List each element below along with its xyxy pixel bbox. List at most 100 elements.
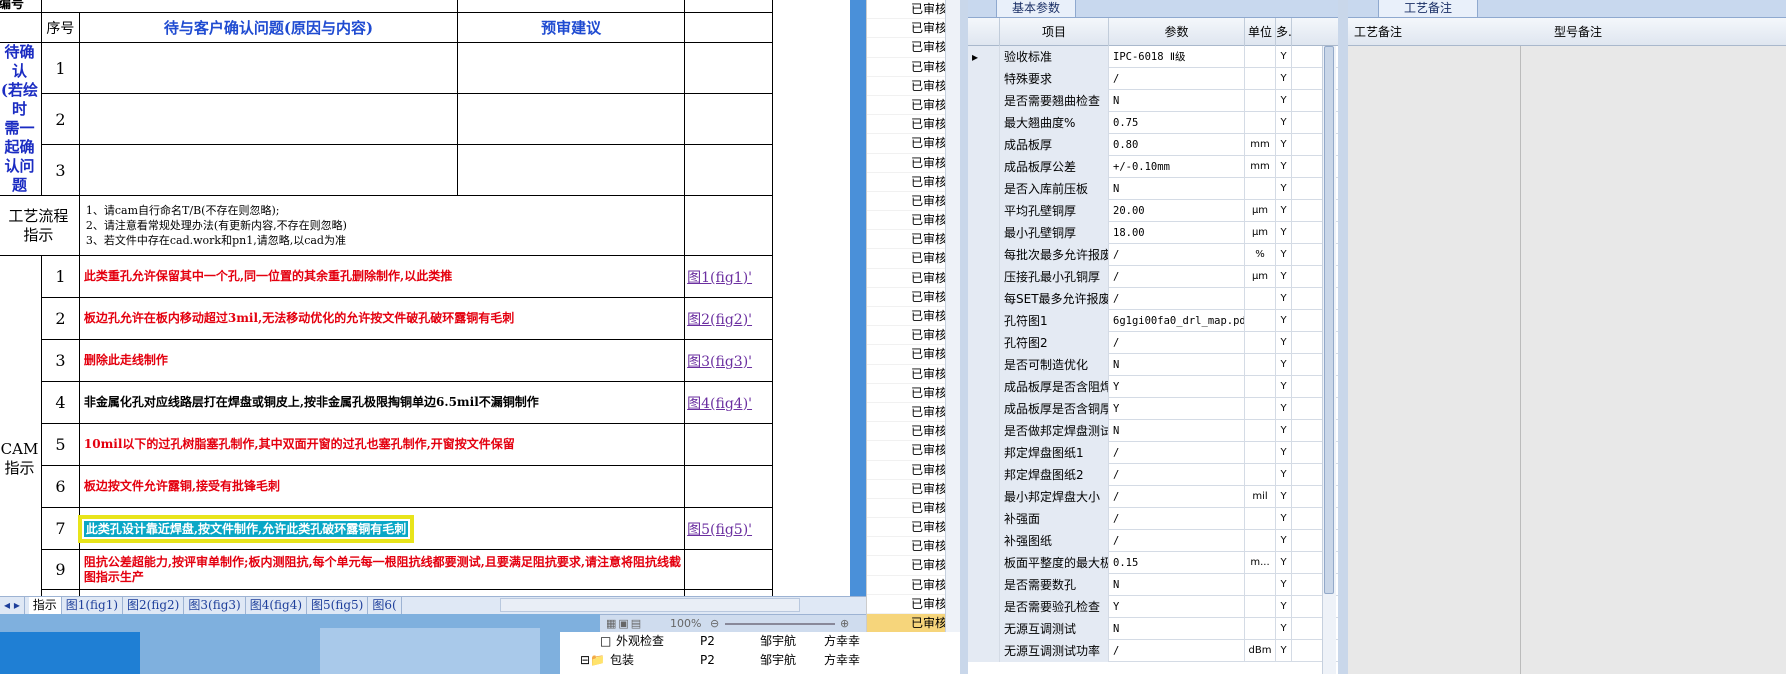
tree-row[interactable]: ⊟📁 包装 P2 邹宇航 方幸幸 xyxy=(560,651,960,670)
param-flag[interactable]: Y xyxy=(1276,618,1292,640)
param-flag[interactable]: Y xyxy=(1276,530,1292,552)
param-row[interactable]: 每批次最多允许报废SET / % Y xyxy=(968,244,1338,266)
param-flag[interactable]: Y xyxy=(1276,442,1292,464)
param-flag[interactable]: Y xyxy=(1276,178,1292,200)
param-row[interactable]: 特殊要求 / Y xyxy=(968,68,1338,90)
row-selector[interactable]: ▸ xyxy=(968,46,1000,68)
param-row[interactable]: 最小孔壁铜厚 18.00 μm Y xyxy=(968,222,1338,244)
sheet-tab[interactable]: 图3(fig3) xyxy=(184,597,246,614)
seq-cell[interactable]: 1 xyxy=(40,255,80,298)
param-row[interactable]: 是否需要数孔 N Y xyxy=(968,574,1338,596)
param-value[interactable]: / xyxy=(1109,640,1245,662)
param-row[interactable]: 是否入库前压板 N Y xyxy=(968,178,1338,200)
param-value[interactable]: / xyxy=(1109,508,1245,530)
cell[interactable] xyxy=(684,195,773,256)
param-flag[interactable]: Y xyxy=(1276,354,1292,376)
param-row[interactable]: 补强面 / Y xyxy=(968,508,1338,530)
figure-link[interactable]: 图4(fig4)' xyxy=(684,381,773,424)
param-flag[interactable]: Y xyxy=(1276,376,1292,398)
param-flag[interactable]: Y xyxy=(1276,112,1292,134)
param-row[interactable]: 是否做邦定焊盘测试 N Y xyxy=(968,420,1338,442)
figure-link[interactable]: 图2(fig2)' xyxy=(684,297,773,340)
param-row[interactable]: 最大翘曲度% 0.75 Y xyxy=(968,112,1338,134)
col-value-header[interactable]: 参数 xyxy=(1109,18,1245,46)
row-selector[interactable] xyxy=(968,134,1000,156)
row-selector[interactable] xyxy=(968,200,1000,222)
sheet-tab[interactable]: 图5(fig5) xyxy=(307,597,369,614)
cell[interactable] xyxy=(684,0,773,13)
param-flag[interactable]: Y xyxy=(1276,90,1292,112)
param-row[interactable]: 成品板厚是否含阻焊 Y Y xyxy=(968,376,1338,398)
tab-nav-arrows[interactable]: ◂ ▸ xyxy=(0,597,25,614)
param-row[interactable]: 成品板厚公差 +/-0.10mm mm Y xyxy=(968,156,1338,178)
row-selector[interactable] xyxy=(968,244,1000,266)
cell[interactable] xyxy=(457,42,686,94)
param-value[interactable]: 0.15 xyxy=(1109,552,1245,574)
param-value[interactable]: Y xyxy=(1109,596,1245,618)
param-value[interactable]: +/-0.10mm xyxy=(1109,156,1245,178)
flow-text-cell[interactable]: 1、请cam自行命名T/B(不存在则忽略); 2、请注意看常规处理办法(有更新内… xyxy=(78,195,686,256)
param-value[interactable]: N xyxy=(1109,574,1245,596)
cam-text-cell[interactable]: 非金属化孔对应线路层打在焊盘或铜皮上,按非金属孔极限掏铜单边6.5mil不漏铜制… xyxy=(78,381,686,424)
cell[interactable] xyxy=(457,0,686,13)
param-row[interactable]: 最小邦定焊盘大小 / mil Y xyxy=(968,486,1338,508)
param-value[interactable]: 6g1gi00fa0_drl_map.pdf xyxy=(1109,310,1245,332)
row-selector[interactable] xyxy=(968,112,1000,134)
row-selector[interactable] xyxy=(968,420,1000,442)
param-row[interactable]: 成品板厚 0.80 mm Y xyxy=(968,134,1338,156)
param-value[interactable]: / xyxy=(1109,530,1245,552)
selected-text[interactable]: 此类孔设计靠近焊盘,按文件制作,允许此类孔破环露铜有毛刺 xyxy=(77,515,415,543)
seq-cell[interactable]: 1 xyxy=(40,42,80,94)
row-selector[interactable] xyxy=(968,442,1000,464)
seq-cell[interactable]: 4 xyxy=(40,381,80,424)
cell[interactable] xyxy=(457,144,686,196)
param-value[interactable]: 18.00 xyxy=(1109,222,1245,244)
panel-splitter[interactable] xyxy=(1338,0,1348,674)
param-value[interactable]: Y xyxy=(1109,398,1245,420)
zoom-slider[interactable] xyxy=(725,623,835,625)
cell[interactable] xyxy=(684,42,773,94)
figure-link[interactable] xyxy=(684,465,773,508)
param-value[interactable]: / xyxy=(1109,486,1245,508)
row-selector[interactable] xyxy=(968,178,1000,200)
param-value[interactable]: 0.75 xyxy=(1109,112,1245,134)
col-model-notes[interactable]: 型号备注 xyxy=(1548,18,1602,46)
row-selector[interactable] xyxy=(968,376,1000,398)
cell[interactable] xyxy=(78,93,459,145)
panel-splitter[interactable] xyxy=(960,0,968,674)
seq-cell[interactable]: 3 xyxy=(40,144,80,196)
cam-text-cell[interactable]: 阻抗公差超能力,按评审单制作;板内测阻抗,每个单元每一根阻抗线都要测试,且要满足… xyxy=(78,549,686,590)
seq-cell[interactable]: 2 xyxy=(40,297,80,340)
seq-cell[interactable]: 6 xyxy=(40,465,80,508)
row-selector[interactable] xyxy=(968,156,1000,178)
param-flag[interactable]: Y xyxy=(1276,46,1292,68)
param-flag[interactable]: Y xyxy=(1276,68,1292,90)
list-scrollbar[interactable] xyxy=(945,0,960,674)
param-value[interactable]: N xyxy=(1109,618,1245,640)
sheet-tab[interactable]: 图2(fig2) xyxy=(123,597,185,614)
param-row[interactable]: 无源互调测试功率 / dBm Y xyxy=(968,640,1338,662)
param-row[interactable]: 是否可制造优化 N Y xyxy=(968,354,1338,376)
param-value[interactable]: IPC-6018 Ⅱ级 xyxy=(1109,46,1245,68)
param-value[interactable]: 0.80 xyxy=(1109,134,1245,156)
param-value[interactable]: N xyxy=(1109,178,1245,200)
row-selector[interactable] xyxy=(968,640,1000,662)
flow-label-cell[interactable]: 工艺流程 指示 xyxy=(0,195,80,256)
seq-header[interactable]: 序号 xyxy=(40,12,80,43)
param-row[interactable]: ▸ 验收标准 IPC-6018 Ⅱ级 Y xyxy=(968,46,1338,68)
row-selector[interactable] xyxy=(968,618,1000,640)
param-row[interactable]: 补强图纸 / Y xyxy=(968,530,1338,552)
seq-cell[interactable]: 7 xyxy=(40,507,80,550)
row-selector[interactable] xyxy=(968,596,1000,618)
row-selector[interactable] xyxy=(968,574,1000,596)
cell[interactable] xyxy=(684,93,773,145)
scrollbar-thumb[interactable] xyxy=(1324,46,1334,594)
sheet-tab[interactable]: 图1(fig1) xyxy=(62,597,124,614)
cell[interactable] xyxy=(78,42,459,94)
param-row[interactable]: 平均孔壁铜厚 20.00 μm Y xyxy=(968,200,1338,222)
cam-text-cell[interactable]: 删除此走线制作 xyxy=(78,339,686,382)
param-flag[interactable]: Y xyxy=(1276,156,1292,178)
param-flag[interactable]: Y xyxy=(1276,420,1292,442)
figure-link[interactable]: 图3(fig3)' xyxy=(684,339,773,382)
seq-cell[interactable]: 3 xyxy=(40,339,80,382)
